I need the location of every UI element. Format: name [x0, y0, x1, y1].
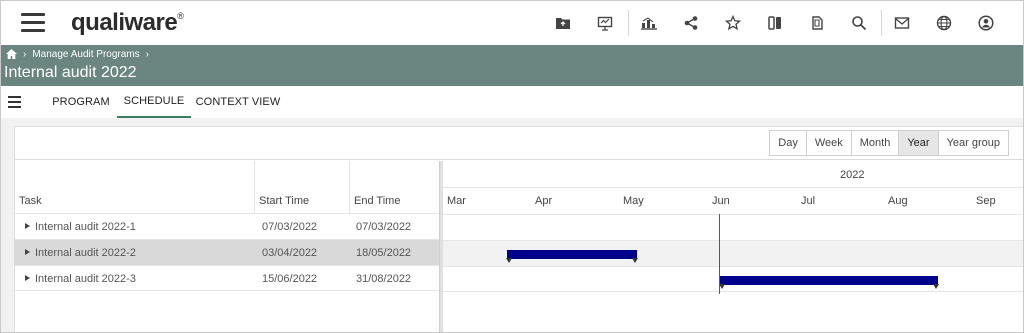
view-year-group-button[interactable]: Year group — [938, 131, 1008, 155]
task-bar-internal-audit-2022-3[interactable] — [719, 276, 939, 289]
star-icon[interactable] — [721, 11, 745, 35]
expand-arrow-icon[interactable] — [25, 275, 30, 281]
column-header-start-time[interactable]: Start Time — [255, 161, 350, 213]
month-label: Apr — [535, 195, 553, 207]
app-window: qualiware® › Manage Audit Programs › Int… — [0, 0, 1024, 333]
timeline-month-header: Mar Apr May Jun Jul Aug Sep — [443, 188, 1023, 214]
table-row[interactable]: Internal audit 2022-2 03/04/2022 18/05/2… — [15, 239, 439, 265]
tab-bar: PROGRAM SCHEDULE CONTEXT VIEW — [1, 86, 1023, 118]
gantt-timeline: 2022 Mar Apr May Jun Jul Aug Sep — [443, 161, 1023, 332]
mail-icon[interactable] — [890, 11, 914, 35]
breadcrumb-item-manage-audit-programs[interactable]: Manage Audit Programs — [32, 49, 139, 60]
content-area: Day Week Month Year Year group Task Star… — [1, 118, 1023, 332]
expand-arrow-icon[interactable] — [25, 249, 30, 255]
tab-menu-icon[interactable] — [8, 96, 21, 108]
view-switcher: Day Week Month Year Year group — [769, 130, 1009, 156]
copy-icon[interactable] — [806, 11, 830, 35]
search-icon[interactable] — [847, 11, 871, 35]
view-week-button[interactable]: Week — [806, 131, 852, 155]
task-start-time: 03/04/2022 — [262, 247, 318, 259]
month-label: Aug — [888, 195, 908, 207]
page-title: Internal audit 2022 — [4, 64, 137, 81]
column-header-task[interactable]: Task — [15, 161, 255, 213]
top-header: qualiware® — [1, 1, 1023, 45]
user-icon[interactable] — [974, 11, 998, 35]
tab-program[interactable]: PROGRAM — [47, 86, 115, 118]
task-end-time: 31/08/2022 — [356, 273, 412, 285]
view-year-button[interactable]: Year — [899, 131, 939, 155]
view-day-button[interactable]: Day — [770, 131, 807, 155]
month-label: Sep — [976, 195, 996, 207]
breadcrumb-separator: › — [23, 48, 27, 60]
task-name: Internal audit 2022-1 — [35, 221, 136, 233]
task-name: Internal audit 2022-3 — [35, 273, 136, 285]
gantt-panel: Day Week Month Year Year group Task Star… — [14, 126, 1023, 332]
table-row[interactable]: Internal audit 2022-3 15/06/2022 31/08/2… — [15, 265, 439, 291]
breadcrumb-separator: › — [145, 48, 149, 60]
today-marker — [719, 214, 720, 294]
gantt-row — [443, 240, 1023, 266]
gantt-toolbar: Day Week Month Year Year group — [15, 127, 1023, 160]
year-label: 2022 — [840, 169, 865, 181]
task-name: Internal audit 2022-2 — [35, 247, 136, 259]
task-end-time: 18/05/2022 — [356, 247, 412, 259]
toolbar-divider — [881, 10, 882, 36]
qualiware-logo[interactable]: qualiware® — [71, 9, 184, 37]
view-month-button[interactable]: Month — [851, 131, 900, 155]
month-label: Jun — [712, 195, 730, 207]
share-icon[interactable] — [679, 11, 703, 35]
title-bar: › Manage Audit Programs › Internal audit… — [1, 45, 1023, 86]
table-row[interactable]: Internal audit 2022-1 07/03/2022 07/03/2… — [15, 213, 439, 239]
column-header-end-time[interactable]: End Time — [350, 161, 439, 213]
month-label: May — [623, 195, 644, 207]
presentation-icon[interactable] — [593, 11, 617, 35]
month-label: Mar — [447, 195, 466, 207]
task-end-time: 07/03/2022 — [356, 221, 412, 233]
expand-arrow-icon[interactable] — [25, 223, 30, 229]
main-menu-icon[interactable] — [21, 13, 45, 33]
task-start-time: 15/06/2022 — [262, 273, 318, 285]
hierarchy-chart-icon[interactable] — [637, 11, 661, 35]
folder-icon[interactable] — [551, 11, 575, 35]
month-label: Jul — [801, 195, 816, 207]
task-bar-internal-audit-2022-2[interactable] — [506, 250, 638, 263]
task-grid: Task Start Time End Time Internal audit … — [15, 161, 439, 332]
timeline-year-header: 2022 — [443, 161, 1023, 188]
tab-schedule[interactable]: SCHEDULE — [117, 86, 191, 118]
globe-icon[interactable] — [932, 11, 956, 35]
breadcrumb: › Manage Audit Programs › — [5, 47, 155, 61]
gantt-row — [443, 266, 1023, 292]
toolbar-divider — [628, 10, 629, 36]
home-icon[interactable] — [5, 48, 18, 60]
tab-context-view[interactable]: CONTEXT VIEW — [195, 86, 281, 118]
gantt-row — [443, 214, 1023, 240]
task-start-time: 07/03/2022 — [262, 221, 318, 233]
columns-icon[interactable] — [763, 11, 787, 35]
